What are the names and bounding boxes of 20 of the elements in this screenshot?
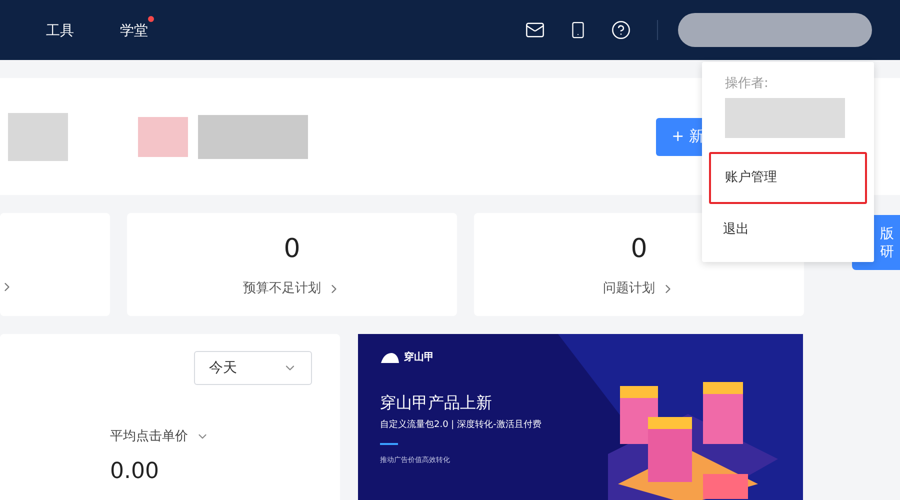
stat-link[interactable]: 预算不足计划 xyxy=(243,279,341,299)
range-select[interactable]: 今天 xyxy=(194,351,312,385)
banner-subtitle: 自定义流量包2.0 | 深度转化-激活且付费 xyxy=(380,419,542,432)
metric-value: 0.00 xyxy=(110,458,159,486)
metric-select[interactable]: 平均点击单价 xyxy=(110,427,209,446)
user-profile[interactable] xyxy=(678,13,872,47)
operator-label: 操作者: xyxy=(725,75,770,93)
banner-title: 穿山甲产品上新 xyxy=(380,392,493,414)
nav-link[interactable]: 工具 xyxy=(46,23,74,39)
phone-icon[interactable] xyxy=(569,21,587,39)
menu-item[interactable]: 账户管理 xyxy=(709,152,867,204)
stat-link[interactable]: 问题计划 xyxy=(603,279,675,299)
stat-value: 0 xyxy=(284,233,300,266)
mail-icon[interactable] xyxy=(525,20,545,40)
banner-logo: 穿山甲 xyxy=(404,350,434,365)
help-icon[interactable] xyxy=(611,20,631,40)
redacted-block xyxy=(8,112,68,160)
redacted-block xyxy=(138,116,188,156)
stat-value: 0 xyxy=(630,233,648,266)
nav-link[interactable]: 学堂 xyxy=(120,23,148,39)
